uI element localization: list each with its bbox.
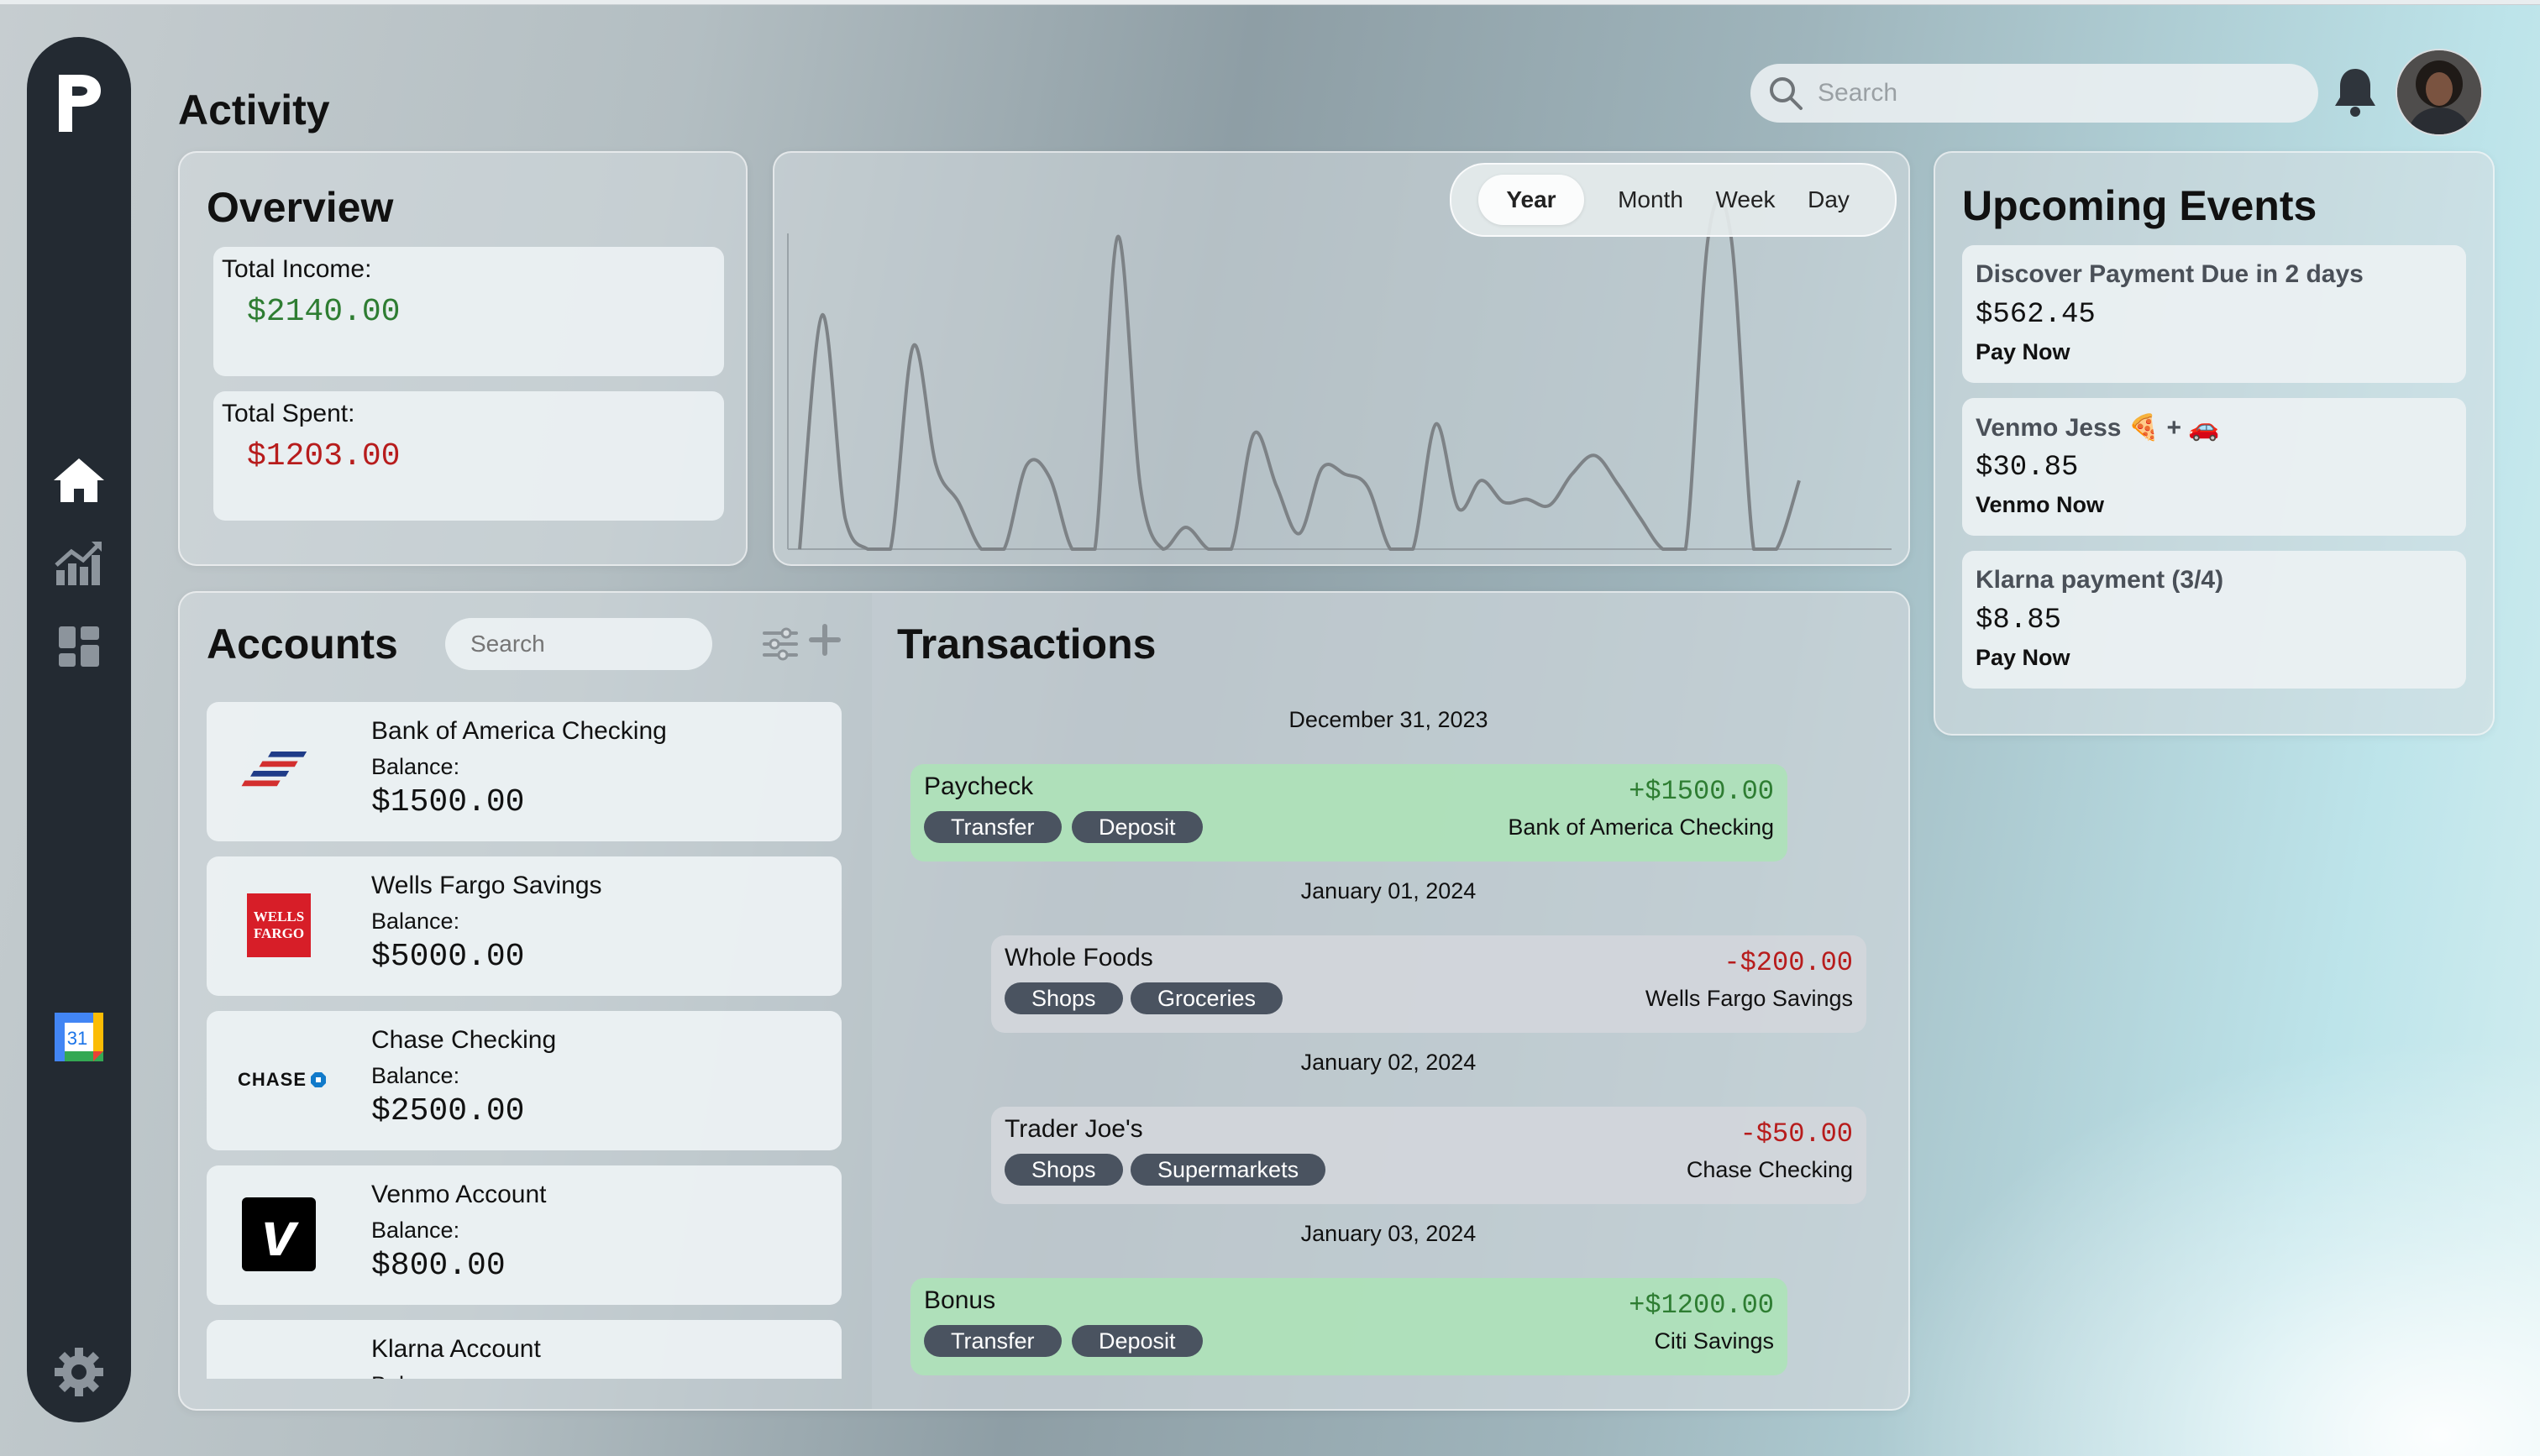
event-title: Venmo Jess 🍕 + 🚗 bbox=[1976, 414, 2220, 442]
account-balance-label: Balance: bbox=[371, 1063, 460, 1088]
account-name: Chase Checking bbox=[371, 1026, 557, 1054]
event-amount: $562.45 bbox=[1976, 299, 2096, 331]
transaction-row[interactable]: Trader Joe's -$50.00 Chase Checking Shop… bbox=[991, 1107, 1866, 1204]
account-balance-label: Balance: bbox=[371, 754, 460, 779]
account-balance: $5000.00 bbox=[371, 939, 525, 975]
account-balance: $2500.00 bbox=[371, 1093, 525, 1129]
tag-shops[interactable]: Shops bbox=[1005, 982, 1123, 1014]
transactions-title: Transactions bbox=[897, 621, 1157, 668]
account-name: Bank of America Checking bbox=[371, 717, 667, 745]
event-amount: $8.85 bbox=[1976, 605, 2062, 636]
tag-groceries[interactable]: Groceries bbox=[1131, 982, 1283, 1014]
transaction-account: Bank of America Checking bbox=[1508, 814, 1774, 840]
tag-transfer[interactable]: Transfer bbox=[924, 811, 1062, 843]
transaction-amount: +$1200.00 bbox=[1629, 1290, 1774, 1321]
chase-logo-text: CHASE bbox=[237, 1069, 307, 1090]
transaction-row[interactable]: Bonus +$1200.00 Citi Savings Transfer De… bbox=[911, 1278, 1787, 1375]
wells-fargo-logo: WELLS FARGO bbox=[239, 885, 319, 966]
account-balance: $800.00 bbox=[371, 1248, 506, 1284]
transaction-date: January 03, 2024 bbox=[1300, 1221, 1477, 1246]
transaction-account: Chase Checking bbox=[1686, 1157, 1853, 1182]
event-amount: $30.85 bbox=[1976, 452, 2079, 484]
transaction-amount: -$200.00 bbox=[1724, 947, 1853, 978]
account-balance-label: Balance: bbox=[371, 909, 460, 934]
bank-of-america-logo bbox=[239, 731, 319, 811]
tag-supermarkets[interactable]: Supermarkets bbox=[1131, 1154, 1326, 1186]
account-card[interactable]: Bank of America Checking Balance: $1500.… bbox=[207, 702, 842, 841]
account-balance-label: Balance: bbox=[371, 1218, 460, 1243]
venmo-now-button[interactable]: Venmo Now bbox=[1976, 492, 2104, 518]
chase-octagon-icon bbox=[311, 1072, 326, 1087]
transaction-account: Wells Fargo Savings bbox=[1645, 986, 1853, 1011]
transaction-name: Whole Foods bbox=[1005, 944, 1153, 972]
account-name: Venmo Account bbox=[371, 1181, 547, 1208]
event-title: Klarna payment (3/4) bbox=[1976, 566, 2224, 594]
venmo-logo: v bbox=[239, 1194, 319, 1275]
account-card[interactable]: Klarna Account Balance: bbox=[207, 1320, 842, 1379]
account-name: Klarna Account bbox=[371, 1335, 541, 1363]
event-card[interactable]: Klarna payment (3/4) $8.85 Pay Now bbox=[1962, 551, 2466, 689]
transaction-row[interactable]: Paycheck +$1500.00 Bank of America Check… bbox=[911, 764, 1787, 862]
account-card[interactable]: v Venmo Account Balance: $800.00 bbox=[207, 1165, 842, 1305]
transaction-name: Bonus bbox=[924, 1286, 996, 1314]
pay-now-button[interactable]: Pay Now bbox=[1976, 339, 2070, 365]
event-card[interactable]: Venmo Jess 🍕 + 🚗 $30.85 Venmo Now bbox=[1962, 398, 2466, 536]
account-balance: $1500.00 bbox=[371, 784, 525, 820]
account-card[interactable]: WELLS FARGO Wells Fargo Savings Balance:… bbox=[207, 856, 842, 996]
upcoming-events-title: Upcoming Events bbox=[1962, 182, 2317, 229]
event-title: Discover Payment Due in 2 days bbox=[1976, 260, 2364, 288]
wells-fargo-logo-text-1: WELLS bbox=[253, 909, 305, 924]
transaction-date: January 02, 2024 bbox=[1300, 1050, 1477, 1075]
klarna-logo bbox=[239, 1349, 319, 1379]
account-card[interactable]: CHASE Chase Checking Balance: $2500.00 bbox=[207, 1011, 842, 1150]
transaction-date: January 01, 2024 bbox=[1300, 878, 1477, 903]
transaction-name: Trader Joe's bbox=[1005, 1115, 1143, 1143]
event-card[interactable]: Discover Payment Due in 2 days $562.45 P… bbox=[1962, 245, 2466, 383]
tag-deposit[interactable]: Deposit bbox=[1072, 1325, 1203, 1357]
tag-deposit[interactable]: Deposit bbox=[1072, 811, 1203, 843]
transaction-amount: -$50.00 bbox=[1740, 1118, 1853, 1150]
transaction-row[interactable]: Whole Foods -$200.00 Wells Fargo Savings… bbox=[991, 935, 1866, 1033]
transaction-account: Citi Savings bbox=[1654, 1328, 1774, 1354]
transaction-amount: +$1500.00 bbox=[1629, 776, 1774, 807]
tag-transfer[interactable]: Transfer bbox=[924, 1325, 1062, 1357]
pay-now-button[interactable]: Pay Now bbox=[1976, 645, 2070, 671]
tag-shops[interactable]: Shops bbox=[1005, 1154, 1123, 1186]
chase-logo: CHASE bbox=[232, 1040, 333, 1120]
account-name: Wells Fargo Savings bbox=[371, 872, 602, 899]
wells-fargo-logo-text-2: FARGO bbox=[253, 925, 305, 941]
transaction-name: Paycheck bbox=[924, 773, 1034, 800]
account-balance-label: Balance: bbox=[371, 1372, 459, 1379]
transaction-date: December 31, 2023 bbox=[1288, 707, 1488, 732]
venmo-logo-text: v bbox=[242, 1197, 316, 1271]
